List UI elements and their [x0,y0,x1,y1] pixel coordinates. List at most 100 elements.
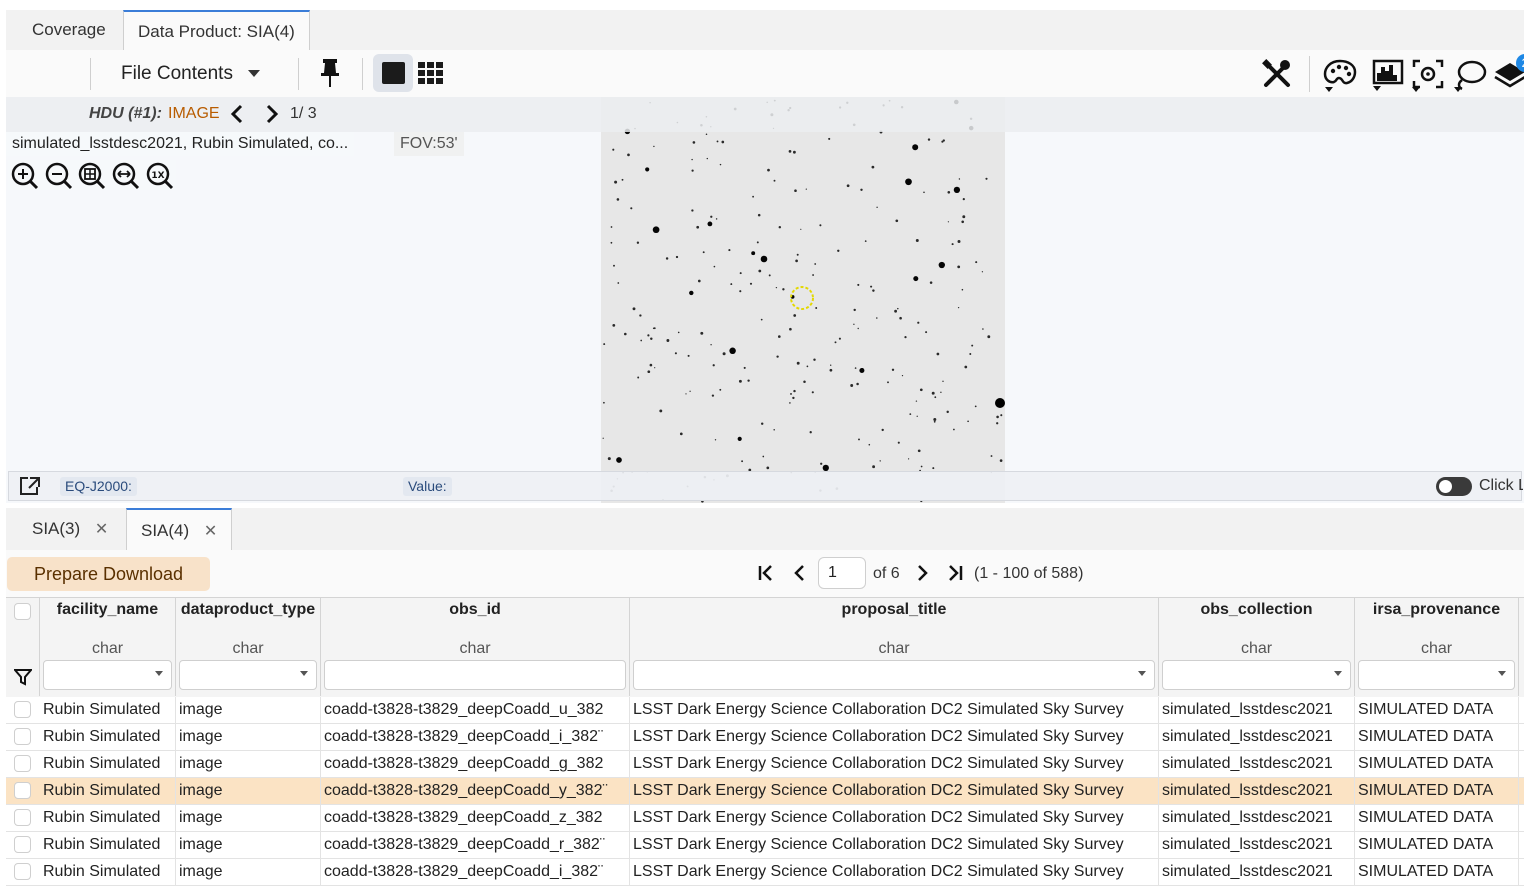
star-point [760,318,763,321]
hdu-next-button[interactable] [264,104,280,124]
star-point [645,167,650,172]
star-point [730,283,733,286]
star-point [872,465,876,469]
sky-image[interactable] [601,97,1005,503]
row-checkbox[interactable] [14,863,31,880]
column-header-obs-collection[interactable]: obs_collection char [1159,598,1355,696]
star-point [794,189,797,192]
star-point [793,314,797,317]
close-icon[interactable]: ✕ [95,521,108,538]
cell-obs-id: coadd-t3828-t3829_deepCoadd_g_382 [321,751,630,777]
star-point [689,290,694,296]
column-header-proposal-title[interactable]: proposal_title char [630,598,1159,696]
star-point [981,271,984,273]
star-point [990,455,993,457]
star-point [870,285,873,288]
column-filter-input[interactable] [324,660,626,690]
tools-icon[interactable] [1260,57,1294,91]
star-point [940,391,942,394]
star-point [792,396,795,400]
star-point [927,138,931,141]
tab-data-product[interactable]: Data Product: SIA(4) [123,10,310,50]
table-row[interactable]: Rubin Simulated image coadd-t3828-t3829_de… [6,805,1524,832]
tab-sia3[interactable]: SIA(3) ✕ [18,508,122,550]
cell-obs-id: coadd-t3828-t3829_deepCoadd_i_382¨ [321,724,630,750]
star-point [627,153,630,157]
star-point [947,221,950,223]
row-checkbox[interactable] [14,782,31,799]
star-point [714,439,717,441]
single-view-button[interactable] [373,54,413,92]
row-checkbox[interactable] [14,728,31,745]
zoom-1x-icon[interactable]: 1X [145,161,175,191]
select-all-checkbox[interactable] [14,603,31,620]
zoom-fit-icon[interactable] [77,161,107,191]
filter-icon[interactable] [14,668,32,686]
column-filter-input[interactable] [1358,660,1515,690]
hdu-label: HDU (#1): [89,105,162,122]
cell-obs-collection: simulated_lsstdesc2021 [1159,697,1355,723]
column-header-dataproduct-type[interactable]: dataproduct_type char [176,598,321,696]
tab-coverage[interactable]: Coverage [18,10,120,50]
row-checkbox[interactable] [14,755,31,772]
table-row[interactable]: Rubin Simulated image coadd-t3828-t3829_de… [6,832,1524,859]
star-point [938,261,945,269]
star-point [741,460,744,463]
star-point [1000,414,1003,417]
table-row[interactable]: Rubin Simulated image coadd-t3828-t3829_de… [6,778,1524,805]
table-row[interactable]: Rubin Simulated image coadd-t3828-t3829_de… [6,697,1524,724]
column-name: irsa_provenance [1372,601,1501,618]
next-page-icon[interactable] [912,563,932,583]
zoom-out-icon[interactable] [44,161,74,191]
column-filter-input[interactable] [179,660,317,690]
table-row[interactable]: Rubin Simulated image coadd-t3828-t3829_de… [6,751,1524,778]
close-icon[interactable]: ✕ [204,523,217,540]
page-count: of 6 [873,565,900,582]
pin-icon[interactable] [318,57,342,89]
cell-obs-collection: simulated_lsstdesc2021 [1159,832,1355,858]
column-header-obs-id[interactable]: obs_id char [321,598,630,696]
lasso-select-icon[interactable] [1452,57,1488,93]
fov-readout: FOV:53' [394,132,464,156]
row-checkbox[interactable] [14,836,31,853]
star-point [711,394,715,397]
star-point [715,218,718,220]
column-header-facility-name[interactable]: facility_name char [40,598,176,696]
star-point [995,398,1005,408]
star-point [796,253,799,256]
grid-view-icon[interactable] [418,62,444,84]
star-point [917,321,920,324]
svg-text:1X: 1X [151,171,164,181]
column-filter-input[interactable] [43,660,172,690]
column-filter-input[interactable] [633,660,1155,690]
zoom-fill-icon[interactable] [111,161,141,191]
last-page-icon[interactable] [945,563,965,583]
table-row[interactable]: Rubin Simulated image coadd-t3828-t3829_de… [6,724,1524,751]
star-point [958,178,961,180]
file-contents-dropdown[interactable]: File Contents [121,62,261,86]
image-stretch-icon[interactable] [1369,57,1407,93]
prepare-download-button[interactable]: Prepare Download [7,557,210,591]
star-point [887,381,889,384]
column-filter-input[interactable] [1162,660,1351,690]
cell-obs-collection: simulated_lsstdesc2021 [1159,778,1355,804]
star-point [677,331,680,334]
star-point [653,145,655,148]
row-checkbox[interactable] [14,701,31,718]
open-external-icon[interactable] [18,475,42,497]
column-header-irsa-provenance[interactable]: irsa_provenance char [1355,598,1519,696]
zoom-in-icon[interactable] [10,161,40,191]
first-page-icon[interactable] [756,563,776,583]
hdu-prev-button[interactable] [229,104,245,124]
prev-page-icon[interactable] [790,563,810,583]
star-point [603,343,606,346]
row-checkbox[interactable] [14,809,31,826]
star-point [700,331,704,335]
click-lock-toggle[interactable] [1436,477,1472,496]
color-palette-icon[interactable] [1321,57,1359,93]
recenter-icon[interactable] [1410,57,1446,93]
table-row[interactable]: Rubin Simulated image coadd-t3828-t3829_de… [6,859,1524,886]
page-number-input[interactable]: 1 [818,557,866,589]
tab-sia4[interactable]: SIA(4) ✕ [126,508,233,550]
star-point [707,221,713,227]
